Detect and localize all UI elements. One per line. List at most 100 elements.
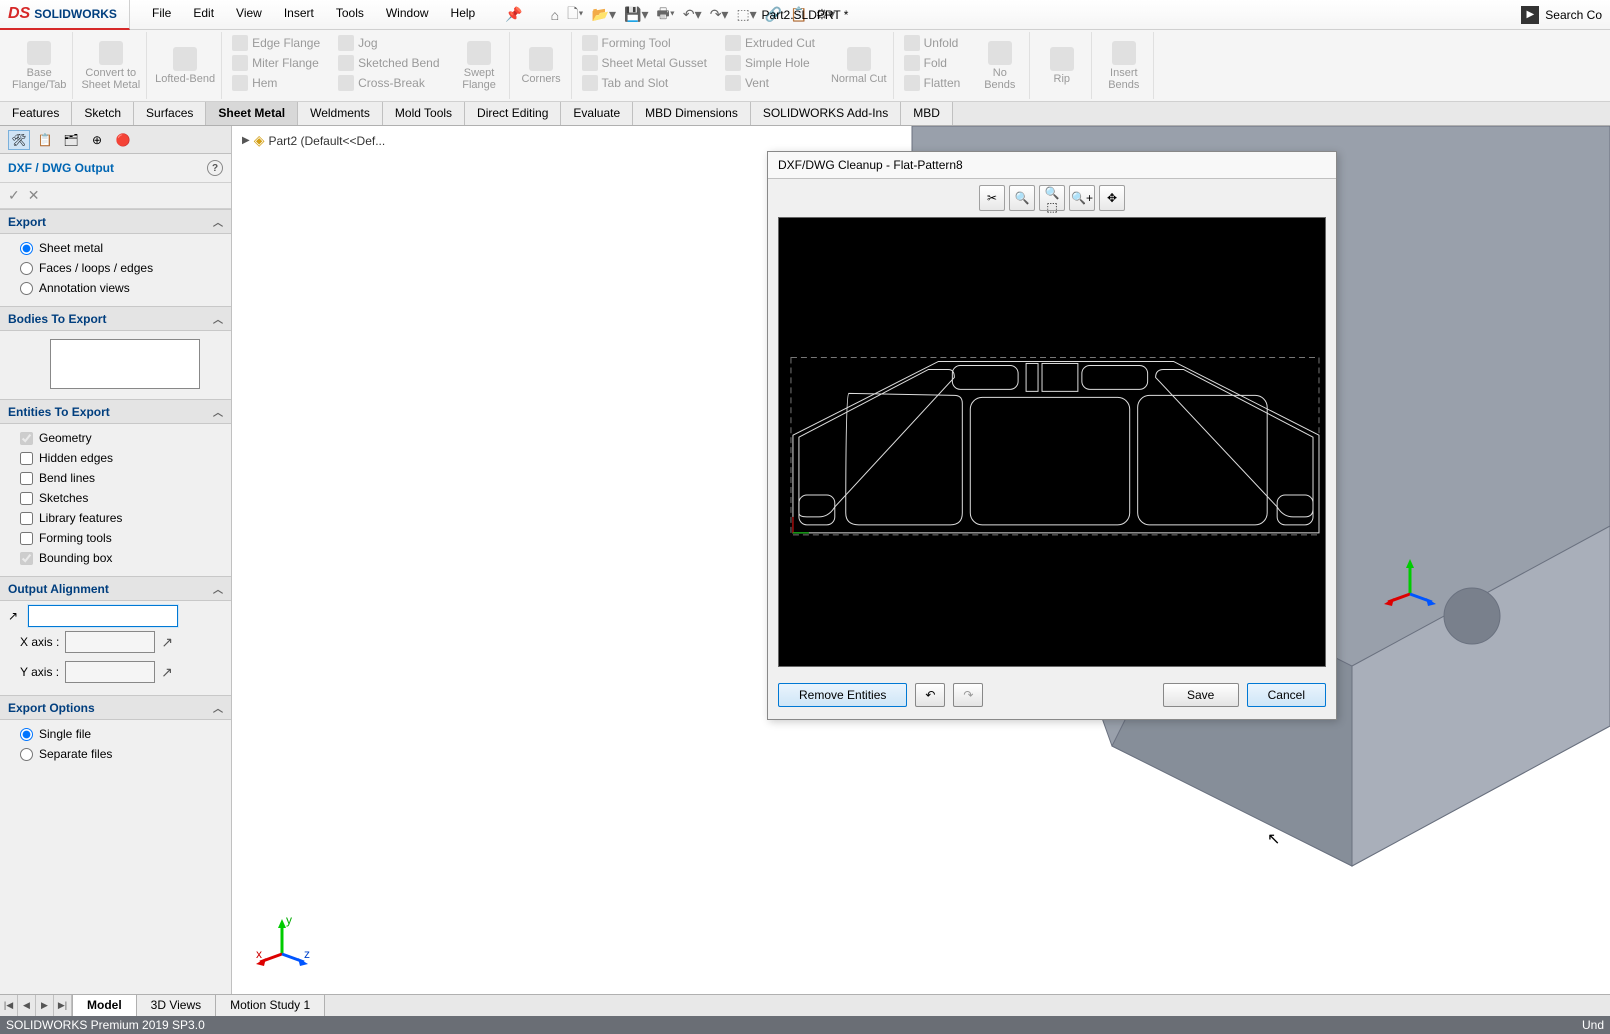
menu-help[interactable]: Help — [441, 2, 486, 27]
tab-mbd-dimensions[interactable]: MBD Dimensions — [633, 102, 751, 125]
box-select-icon[interactable]: ✂ — [979, 185, 1005, 211]
zoom-area-icon[interactable]: 🔍⬚ — [1039, 185, 1065, 211]
ribbon-tab-slot[interactable]: Tab and Slot — [578, 74, 711, 92]
graphics-area[interactable]: S ▶ ◈ Part2 (Default<<Def... yxz DXF/DWG… — [232, 126, 1610, 994]
input-xaxis[interactable] — [65, 631, 155, 653]
flip-x-icon[interactable]: ↗ — [161, 634, 173, 651]
radio-annotation[interactable] — [20, 282, 33, 295]
ribbon-no-bends[interactable]: NoBends — [970, 32, 1030, 99]
tab-features[interactable]: Features — [0, 102, 72, 125]
configuration-icon[interactable]: 🗂 — [60, 130, 82, 150]
menu-file[interactable]: File — [142, 2, 181, 27]
search-label[interactable]: Search Co — [1545, 8, 1602, 22]
view-triad[interactable]: yxz — [252, 914, 312, 974]
menu-window[interactable]: Window — [376, 2, 439, 27]
menu-insert[interactable]: Insert — [274, 2, 324, 27]
ribbon-jog[interactable]: Jog — [334, 34, 443, 52]
ribbon-cross-break[interactable]: Cross-Break — [334, 74, 443, 92]
radio-separate[interactable] — [20, 748, 33, 761]
property-manager-icon[interactable]: 📋 — [34, 130, 56, 150]
ribbon-forming-tool[interactable]: Forming Tool — [578, 34, 711, 52]
ribbon-normal-cut[interactable]: Normal Cut — [825, 32, 894, 99]
redo-icon[interactable]: ↷▾ — [710, 6, 729, 23]
check-hidden[interactable] — [20, 452, 33, 465]
options-header[interactable]: Export Options︿ — [0, 695, 231, 720]
tab-motion-study[interactable]: Motion Study 1 — [216, 995, 325, 1016]
cancel-icon[interactable]: ✕ — [28, 187, 40, 204]
ribbon-convert[interactable]: Convert toSheet Metal — [75, 32, 147, 99]
dxf-preview[interactable] — [778, 217, 1326, 667]
ribbon-corners[interactable]: Corners — [512, 32, 572, 99]
menu-edit[interactable]: Edit — [183, 2, 224, 27]
tab-mbd[interactable]: MBD — [901, 102, 953, 125]
radio-faces[interactable] — [20, 262, 33, 275]
ok-icon[interactable]: ✓ — [8, 187, 20, 204]
entities-header[interactable]: Entities To Export︿ — [0, 399, 231, 424]
ribbon-simple-hole[interactable]: Simple Hole — [721, 54, 819, 72]
pin-icon[interactable]: 📌 — [495, 2, 532, 27]
ribbon-lofted[interactable]: Lofted-Bend — [149, 32, 222, 99]
menu-view[interactable]: View — [226, 2, 272, 27]
flip-y-icon[interactable]: ↗ — [161, 664, 173, 681]
ribbon-insert-bends[interactable]: InsertBends — [1094, 32, 1154, 99]
display-manager-icon[interactable]: 🔴 — [112, 130, 134, 150]
ribbon-base-flange[interactable]: BaseFlange/Tab — [6, 32, 73, 99]
zoom-fit-icon[interactable]: 🔍 — [1009, 185, 1035, 211]
tab-model[interactable]: Model — [73, 995, 137, 1016]
nav-first-icon[interactable]: |◀ — [0, 995, 18, 1016]
export-header[interactable]: Export︿ — [0, 209, 231, 234]
remove-entities-button[interactable]: Remove Entities — [778, 683, 907, 707]
nav-next-icon[interactable]: ▶ — [36, 995, 54, 1016]
check-forming[interactable] — [20, 532, 33, 545]
alignment-selection[interactable] — [28, 605, 178, 627]
print-icon[interactable]: 🖶▾ — [657, 3, 675, 27]
tab-mold-tools[interactable]: Mold Tools — [383, 102, 465, 125]
ribbon-swept-flange[interactable]: SweptFlange — [450, 32, 510, 99]
tab-sheet-metal[interactable]: Sheet Metal — [206, 102, 298, 125]
input-yaxis[interactable] — [65, 661, 155, 683]
check-sketches[interactable] — [20, 492, 33, 505]
cancel-button[interactable]: Cancel — [1247, 683, 1326, 707]
ribbon-extruded-cut[interactable]: Extruded Cut — [721, 34, 819, 52]
undo-button[interactable]: ↶ — [915, 683, 945, 707]
search-icon[interactable]: ▶ — [1521, 6, 1539, 24]
tab-direct-editing[interactable]: Direct Editing — [465, 102, 561, 125]
tab-sketch[interactable]: Sketch — [72, 102, 134, 125]
ribbon-sketched-bend[interactable]: Sketched Bend — [334, 54, 443, 72]
radio-single[interactable] — [20, 728, 33, 741]
breadcrumb-text[interactable]: Part2 (Default<<Def... — [268, 134, 385, 148]
ribbon-miter-flange[interactable]: Miter Flange — [228, 54, 324, 72]
tab-3d-views[interactable]: 3D Views — [137, 995, 216, 1016]
check-bend[interactable] — [20, 472, 33, 485]
ribbon-fold[interactable]: Fold — [900, 54, 965, 72]
ribbon-gusset[interactable]: Sheet Metal Gusset — [578, 54, 711, 72]
ribbon-rip[interactable]: Rip — [1032, 32, 1092, 99]
zoom-in-icon[interactable]: 🔍+ — [1069, 185, 1095, 211]
reference-triad[interactable] — [1380, 554, 1440, 614]
save-button[interactable]: Save — [1163, 683, 1239, 707]
breadcrumb[interactable]: ▶ ◈ Part2 (Default<<Def... — [242, 132, 385, 149]
check-library[interactable] — [20, 512, 33, 525]
ribbon-vent[interactable]: Vent — [721, 74, 819, 92]
pan-icon[interactable]: ✥ — [1099, 185, 1125, 211]
bodies-header[interactable]: Bodies To Export︿ — [0, 306, 231, 331]
ribbon-edge-flange[interactable]: Edge Flange — [228, 34, 324, 52]
undo-icon[interactable]: ↶▾ — [683, 6, 702, 23]
home-icon[interactable]: ⌂ — [551, 7, 559, 23]
help-icon[interactable]: ? — [207, 160, 223, 176]
tab-evaluate[interactable]: Evaluate — [561, 102, 633, 125]
radio-sheet-metal[interactable] — [20, 242, 33, 255]
nav-prev-icon[interactable]: ◀ — [18, 995, 36, 1016]
tab-surfaces[interactable]: Surfaces — [134, 102, 206, 125]
select-icon[interactable]: ⬚▾ — [736, 6, 756, 23]
menu-tools[interactable]: Tools — [326, 2, 374, 27]
breadcrumb-arrow-icon[interactable]: ▶ — [242, 135, 250, 146]
ribbon-unfold[interactable]: Unfold — [900, 34, 965, 52]
ribbon-hem[interactable]: Hem — [228, 74, 324, 92]
new-icon[interactable]: 🗋▾ — [567, 3, 583, 27]
nav-last-icon[interactable]: ▶| — [54, 995, 72, 1016]
open-icon[interactable]: 📂▾ — [592, 6, 616, 23]
ribbon-flatten[interactable]: Flatten — [900, 74, 965, 92]
tab-addins[interactable]: SOLIDWORKS Add-Ins — [751, 102, 901, 125]
tab-weldments[interactable]: Weldments — [298, 102, 383, 125]
